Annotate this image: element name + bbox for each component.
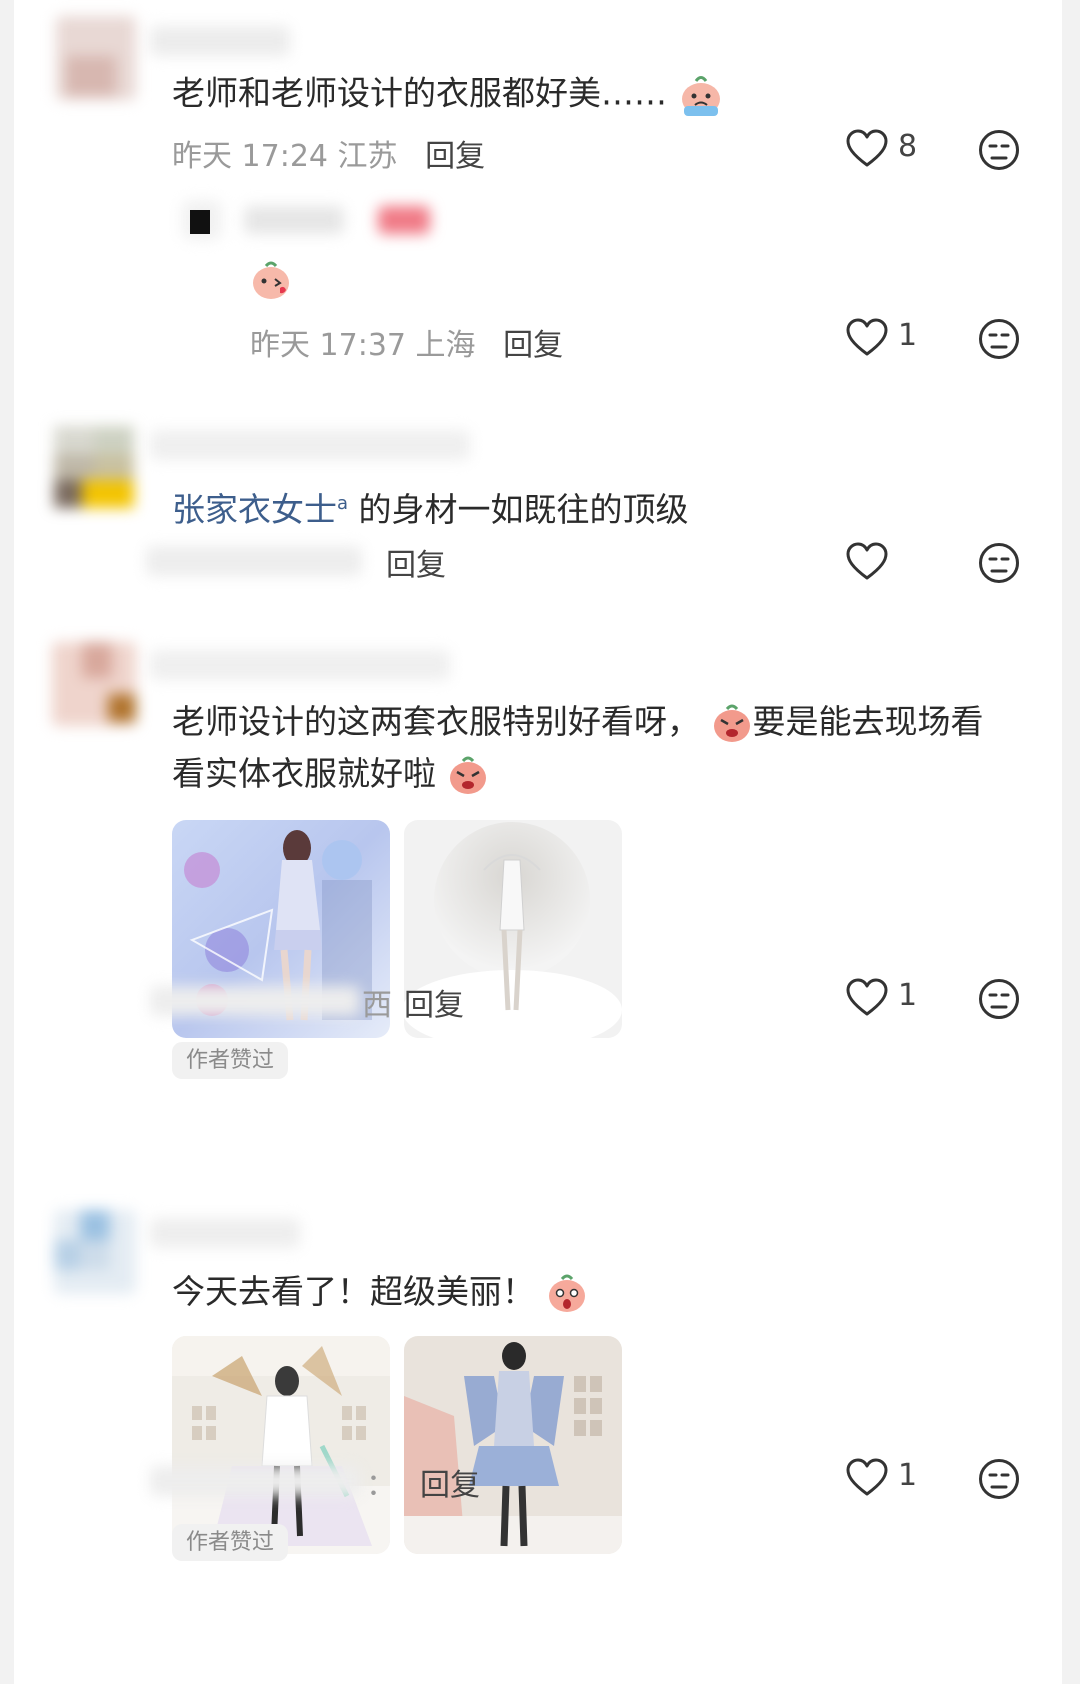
like-button[interactable]: 1 <box>846 316 936 360</box>
reply-tag <box>378 206 430 234</box>
heart-icon <box>846 542 888 580</box>
surprised-peach-emoji <box>546 1273 588 1315</box>
neutral-face-icon <box>979 1459 1019 1499</box>
like-count: 1 <box>898 978 918 1013</box>
dislike-button[interactable] <box>978 1458 1020 1504</box>
neutral-face-icon <box>979 543 1019 583</box>
heart-icon <box>846 978 888 1016</box>
like-button[interactable]: 8 <box>846 127 936 171</box>
like-count: 8 <box>898 129 918 164</box>
like-count: 1 <box>898 318 918 353</box>
comment-image-1[interactable] <box>172 1336 390 1554</box>
reply-button[interactable]: 回复 <box>404 980 464 1024</box>
like-button[interactable]: 1 <box>846 1456 936 1500</box>
reply-location: 上海 <box>415 328 476 363</box>
comment-time <box>146 546 362 576</box>
dislike-button[interactable] <box>978 978 1020 1024</box>
comment-location: 江苏 <box>337 139 398 174</box>
avatar[interactable] <box>54 1210 136 1294</box>
author-liked-badge: 作者赞过 <box>172 1524 289 1561</box>
reply-button[interactable]: 回复 <box>503 328 563 363</box>
avatar[interactable] <box>52 642 136 726</box>
author-liked-badge: 作者赞过 <box>172 1042 289 1079</box>
comment-time: 昨天 17:24 <box>172 139 328 174</box>
heart-icon <box>846 1458 888 1496</box>
comment-location-tail: 西 <box>362 988 392 1023</box>
comment-text: 今天去看了！超级美丽！ <box>172 1272 535 1311</box>
angry-peach-emoji <box>711 703 753 745</box>
comment-4: 今天去看了！超级美丽！ ： 回复 1 作者赞过 <box>0 1200 1080 1684</box>
heart-icon <box>846 129 888 167</box>
like-button[interactable]: 1 <box>846 976 936 1020</box>
avatar[interactable] <box>54 426 134 508</box>
reply-avatar[interactable] <box>182 200 222 240</box>
username[interactable] <box>150 650 450 680</box>
reply-username[interactable] <box>244 206 344 234</box>
comment-3: 老师设计的这两套衣服特别好看呀， 要是能去现场看 看实体衣服就好啦 西 回复 1… <box>0 630 1080 1170</box>
comment-time <box>150 1466 360 1496</box>
username[interactable] <box>150 26 290 56</box>
comment-1: 老师和老师设计的衣服都好美…… 昨天 17:24 江苏 回复 8 昨天 17:3… <box>0 0 1080 363</box>
like-count: 1 <box>898 1458 918 1493</box>
neutral-face-icon <box>979 130 1019 170</box>
avatar[interactable] <box>56 16 136 100</box>
username[interactable] <box>150 1218 300 1248</box>
comment-text: 老师设计的这两套衣服特别好看呀， <box>172 702 700 741</box>
like-button[interactable] <box>846 540 896 584</box>
kissing-peach-emoji <box>250 260 292 302</box>
username[interactable] <box>150 430 470 460</box>
reply-button[interactable]: 回复 <box>386 540 446 584</box>
comment-text-line2: 看实体衣服就好啦 <box>172 754 436 793</box>
reply-button[interactable]: 回复 <box>420 1460 480 1504</box>
reply-button[interactable]: 回复 <box>425 139 485 174</box>
comment-text-continued: 要是能去现场看 <box>752 702 984 741</box>
reply-item: 昨天 17:37 上海 回复 1 <box>0 190 1080 363</box>
angry-peach-emoji <box>447 755 489 797</box>
crying-peach-emoji <box>678 72 724 118</box>
neutral-face-icon <box>979 319 1019 359</box>
comment-time <box>150 986 360 1016</box>
search-icon: 𝖺 <box>337 493 349 514</box>
dislike-button[interactable] <box>978 129 1020 175</box>
neutral-face-icon <box>979 979 1019 1019</box>
reply-time: 昨天 17:37 <box>250 328 406 363</box>
comment-location-tail: ： <box>366 1468 396 1503</box>
comment-text: 的身材一如既往的顶级 <box>358 490 689 529</box>
mention-link[interactable]: 张家衣女士 <box>172 490 337 529</box>
comment-image-2[interactable] <box>404 1336 622 1554</box>
comment-2: 张家衣女士𝖺 的身材一如既往的顶级 回复 <box>0 410 1080 600</box>
comment-text: 老师和老师设计的衣服都好美…… <box>172 73 667 113</box>
dislike-button[interactable] <box>978 542 1020 588</box>
dislike-button[interactable] <box>978 318 1020 364</box>
heart-icon <box>846 318 888 356</box>
